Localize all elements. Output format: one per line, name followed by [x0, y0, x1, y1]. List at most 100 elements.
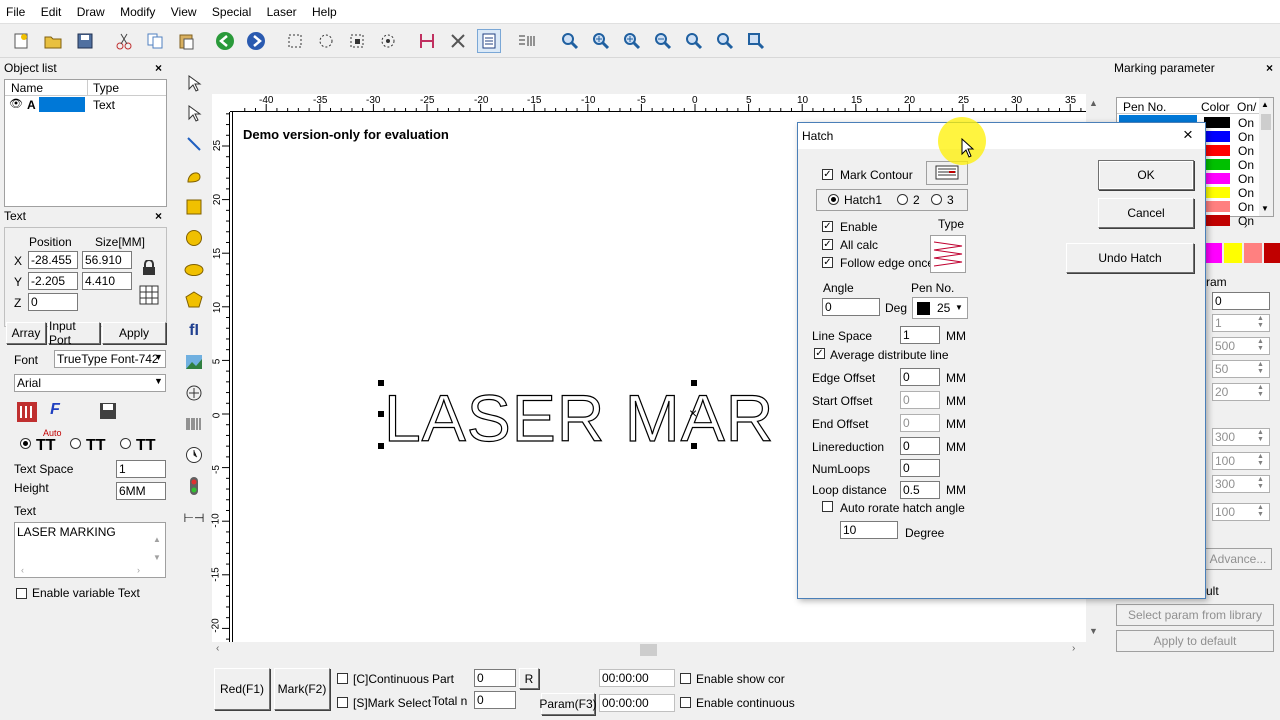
all-calc-checkbox[interactable]: ✓ — [822, 239, 833, 250]
timer-icon[interactable] — [181, 442, 207, 468]
pen-color-swatch[interactable] — [1204, 145, 1230, 156]
scroll-thumb[interactable] — [1261, 114, 1271, 130]
pen-on-value[interactable]: On — [1238, 144, 1254, 158]
continuous-checkbox[interactable] — [337, 673, 348, 684]
hatch-tool-icon[interactable] — [415, 29, 439, 53]
grid-position-icon[interactable] — [139, 285, 159, 305]
color-swatch[interactable] — [1264, 243, 1280, 263]
scroll-up-icon[interactable]: ▲ — [153, 535, 161, 544]
linereduction-input[interactable]: 0 — [900, 437, 940, 455]
visible-eye-icon[interactable]: 👁 — [9, 97, 23, 110]
spin-arrows-icon[interactable]: ▲ ▼ — [1257, 338, 1264, 352]
scroll-up-icon[interactable]: ▲ — [1089, 98, 1098, 108]
enable-checkbox[interactable]: ✓ — [822, 221, 833, 232]
scroll-right-icon[interactable]: › — [1244, 220, 1247, 231]
properties-icon[interactable] — [477, 29, 501, 53]
enable-show-checkbox[interactable] — [680, 673, 691, 684]
pen-color-swatch[interactable] — [1204, 201, 1230, 212]
bitmap-tool-icon[interactable] — [181, 349, 207, 375]
average-distribute-checkbox[interactable]: ✓ — [814, 348, 825, 359]
close-text-panel-icon[interactable]: × — [155, 209, 162, 223]
spin-arrows-icon[interactable]: ▲ ▼ — [1257, 315, 1264, 329]
x-size-input[interactable]: 56.910 — [82, 251, 132, 269]
col-name-header[interactable]: Name — [11, 81, 43, 95]
degree-input[interactable]: 10 — [840, 521, 898, 539]
scroll-up-icon[interactable]: ▲ — [1261, 100, 1269, 109]
close-marking-panel-icon[interactable]: × — [1266, 61, 1273, 75]
red-button[interactable]: Red(F1) — [214, 668, 270, 710]
select-box-icon[interactable] — [283, 29, 307, 53]
tools-icon[interactable] — [446, 29, 470, 53]
menu-special[interactable]: Special — [206, 0, 257, 19]
zoom-in-plus-icon[interactable] — [620, 29, 644, 53]
pen-on-value[interactable]: On — [1238, 130, 1254, 144]
enable-variable-text-checkbox[interactable] — [16, 588, 27, 599]
lock-icon[interactable] — [139, 258, 159, 278]
polygon-tool-icon[interactable] — [181, 287, 207, 313]
spin-arrows-icon[interactable]: ▲ ▼ — [1257, 476, 1264, 490]
spin-arrows-icon[interactable]: ▲ ▼ — [1257, 504, 1264, 518]
apply-button[interactable]: Apply — [102, 322, 166, 344]
forward-icon[interactable] — [244, 29, 268, 53]
selection-handle[interactable] — [378, 411, 384, 417]
close-dialog-icon[interactable]: × — [1183, 125, 1193, 145]
col-type-header[interactable]: Type — [93, 81, 119, 95]
selection-handle[interactable] — [691, 380, 697, 386]
pen-on-value[interactable]: On — [1238, 186, 1254, 200]
menu-edit[interactable]: Edit — [35, 0, 68, 19]
select-node-icon[interactable] — [314, 29, 338, 53]
close-object-list-icon[interactable]: × — [155, 61, 162, 75]
y-position-input[interactable]: -2.205 — [28, 272, 78, 290]
hatch1-radio[interactable] — [828, 194, 839, 205]
loop-distance-input[interactable]: 0.5 — [900, 481, 940, 499]
hatch-type-icon[interactable] — [930, 235, 966, 273]
text-align-radio-1[interactable] — [20, 438, 31, 449]
circle-tool-icon[interactable] — [181, 225, 207, 251]
color-swatch[interactable] — [1244, 243, 1262, 263]
on-header[interactable]: On/ — [1237, 100, 1256, 114]
pen-on-value[interactable]: On — [1238, 158, 1254, 172]
pen-no-header[interactable]: Pen No. — [1123, 100, 1166, 114]
delay-icon[interactable]: ⊢⊣ — [181, 505, 207, 531]
font-type-select[interactable]: TrueType Font-742 ▼ — [54, 350, 166, 368]
scroll-right-icon[interactable]: › — [137, 565, 140, 575]
scroll-down-icon[interactable]: ▼ — [153, 553, 161, 562]
selection-handle[interactable] — [691, 443, 697, 449]
numloops-input[interactable]: 0 — [900, 459, 940, 477]
input-port-icon[interactable] — [181, 473, 207, 499]
menu-laser[interactable]: Laser — [261, 0, 303, 19]
pen-color-swatch[interactable] — [1204, 187, 1230, 198]
mark-select-checkbox[interactable] — [337, 697, 348, 708]
reset-count-button[interactable]: R — [519, 668, 539, 689]
input-port-button[interactable]: Input Port — [48, 319, 100, 347]
select-param-library-button[interactable]: Select param from library — [1116, 604, 1274, 626]
pen-color-swatch[interactable] — [1204, 131, 1230, 142]
follow-edge-checkbox[interactable]: ✓ — [822, 257, 833, 268]
selection-handle[interactable] — [378, 380, 384, 386]
height-input[interactable]: 6MM — [116, 482, 166, 500]
font-style-icon[interactable]: F — [44, 401, 66, 423]
spin-arrows-icon[interactable]: ▲ ▼ — [1257, 384, 1264, 398]
cancel-button[interactable]: Cancel — [1098, 198, 1194, 228]
advance-button[interactable]: Advance... — [1204, 548, 1272, 570]
y-size-input[interactable]: 4.410 — [82, 272, 132, 290]
color-swatch[interactable] — [1224, 243, 1242, 263]
scroll-thumb[interactable] — [640, 644, 657, 656]
pen-no-select[interactable]: 25 ▼ — [912, 297, 968, 319]
text-space-input[interactable]: 1 — [116, 460, 166, 478]
select-invert-icon[interactable] — [376, 29, 400, 53]
text-align-radio-2[interactable] — [70, 438, 81, 449]
cut-icon[interactable] — [112, 29, 136, 53]
font-library-icon[interactable] — [16, 401, 38, 423]
zoom-page-icon[interactable] — [744, 29, 768, 53]
enable-continuous-checkbox[interactable] — [680, 697, 691, 708]
pen-color-swatch[interactable] — [1204, 173, 1230, 184]
z-position-input[interactable]: 0 — [28, 293, 78, 311]
ellipse-tool-icon[interactable] — [181, 257, 207, 283]
hatch2-radio[interactable] — [897, 194, 908, 205]
angle-input[interactable]: 0 — [822, 298, 880, 316]
auto-rotate-checkbox[interactable] — [822, 501, 833, 512]
barcode-icon[interactable] — [181, 411, 207, 437]
save-icon[interactable] — [73, 29, 97, 53]
color-hscroll[interactable]: › — [1204, 220, 1264, 234]
